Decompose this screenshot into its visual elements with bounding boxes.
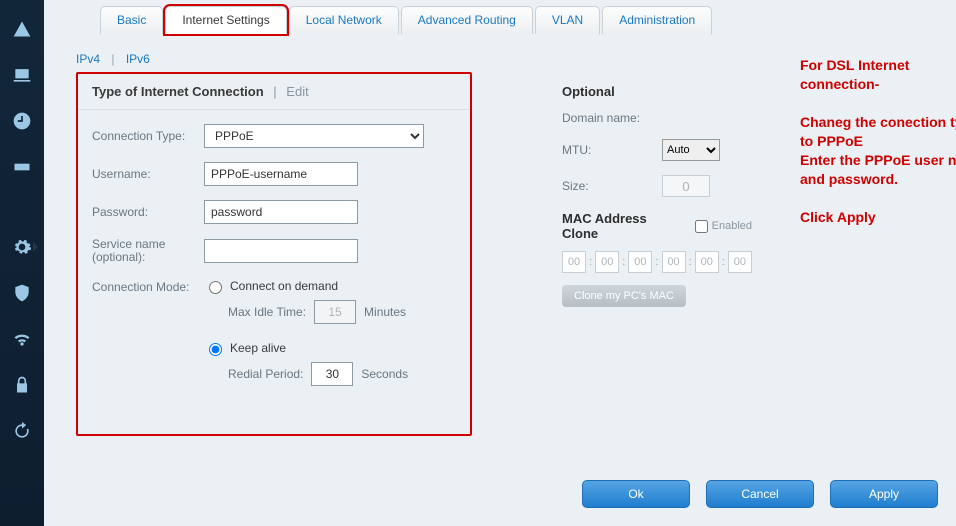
optional-panel: Optional Domain name: MTU: Auto Size: MA… — [562, 72, 752, 436]
connect-on-demand-radio[interactable] — [209, 281, 222, 294]
wifi-icon[interactable] — [7, 324, 37, 354]
keep-alive-label: Keep alive — [230, 341, 286, 355]
conn-type-select[interactable]: PPPoE — [204, 124, 424, 148]
mac-octet-1[interactable]: 00 — [562, 251, 586, 273]
conn-mode-label: Connection Mode: — [92, 278, 204, 294]
alert-icon[interactable] — [7, 14, 37, 44]
clock-icon[interactable] — [7, 106, 37, 136]
button-bar: Ok Cancel Apply — [566, 480, 938, 508]
connect-on-demand-label: Connect on demand — [230, 279, 338, 293]
mac-clone-heading: MAC Address Clone — [562, 211, 677, 241]
panel-title: Type of Internet Connection | Edit — [78, 74, 470, 110]
clone-mac-button[interactable]: Clone my PC's MAC — [562, 285, 686, 307]
mac-octet-2[interactable]: 00 — [595, 251, 619, 273]
service-input[interactable] — [204, 239, 358, 263]
mac-enabled-label: Enabled — [712, 220, 752, 232]
mac-octet-6[interactable]: 00 — [728, 251, 752, 273]
password-label: Password: — [92, 205, 204, 219]
mtu-select[interactable]: Auto — [662, 139, 720, 161]
mtu-label: MTU: — [562, 143, 662, 157]
mac-octet-5[interactable]: 00 — [695, 251, 719, 273]
apply-button[interactable]: Apply — [830, 480, 938, 508]
tab-basic[interactable]: Basic — [100, 6, 163, 34]
service-label: Service name(optional): — [92, 238, 204, 264]
size-label: Size: — [562, 179, 662, 193]
keep-alive-radio[interactable] — [209, 343, 222, 356]
mac-enabled-checkbox[interactable] — [695, 220, 708, 233]
title-sep: | — [273, 84, 276, 99]
conn-type-label: Connection Type: — [92, 129, 204, 143]
mac-boxes: 00: 00: 00: 00: 00: 00 — [562, 251, 752, 273]
redial-label: Redial Period: — [228, 367, 303, 381]
username-label: Username: — [92, 167, 204, 181]
ok-button[interactable]: Ok — [582, 480, 690, 508]
domain-label: Domain name: — [562, 111, 662, 125]
tab-local-network[interactable]: Local Network — [289, 6, 399, 34]
device-icon[interactable] — [7, 60, 37, 90]
refresh-icon[interactable] — [7, 416, 37, 446]
mac-enabled-wrapper[interactable]: Enabled — [691, 217, 752, 236]
gear-icon[interactable] — [7, 232, 37, 262]
subtab-ipv4[interactable]: IPv4 — [76, 52, 100, 66]
redial-input[interactable] — [311, 362, 353, 386]
panel-title-text: Type of Internet Connection — [92, 84, 264, 99]
max-idle-input[interactable] — [314, 300, 356, 324]
size-input[interactable] — [662, 175, 710, 197]
tab-advanced-routing[interactable]: Advanced Routing — [401, 6, 533, 34]
mac-octet-3[interactable]: 00 — [628, 251, 652, 273]
username-input[interactable] — [204, 162, 358, 186]
drive-icon[interactable] — [7, 152, 37, 182]
shield-icon[interactable] — [7, 278, 37, 308]
main-area: Basic Internet Settings Local Network Ad… — [44, 0, 956, 526]
tab-vlan[interactable]: VLAN — [535, 6, 600, 34]
top-tabs: Basic Internet Settings Local Network Ad… — [100, 6, 956, 34]
lock-icon[interactable] — [7, 370, 37, 400]
connection-panel: Type of Internet Connection | Edit Conne… — [76, 72, 472, 436]
tab-administration[interactable]: Administration — [602, 6, 712, 34]
seconds-label: Seconds — [361, 367, 408, 381]
tab-internet-settings[interactable]: Internet Settings — [165, 6, 286, 34]
cancel-button[interactable]: Cancel — [706, 480, 814, 508]
edit-link[interactable]: Edit — [286, 84, 308, 99]
mac-octet-4[interactable]: 00 — [662, 251, 686, 273]
max-idle-label: Max Idle Time: — [228, 305, 306, 319]
optional-heading: Optional — [562, 84, 752, 99]
subtab-separator: | — [111, 52, 114, 66]
minutes-label: Minutes — [364, 305, 406, 319]
annotation-text: For DSL Internet connection- Chaneg the … — [800, 56, 956, 227]
left-nav — [0, 0, 44, 526]
password-input[interactable] — [204, 200, 358, 224]
subtab-ipv6[interactable]: IPv6 — [126, 52, 150, 66]
